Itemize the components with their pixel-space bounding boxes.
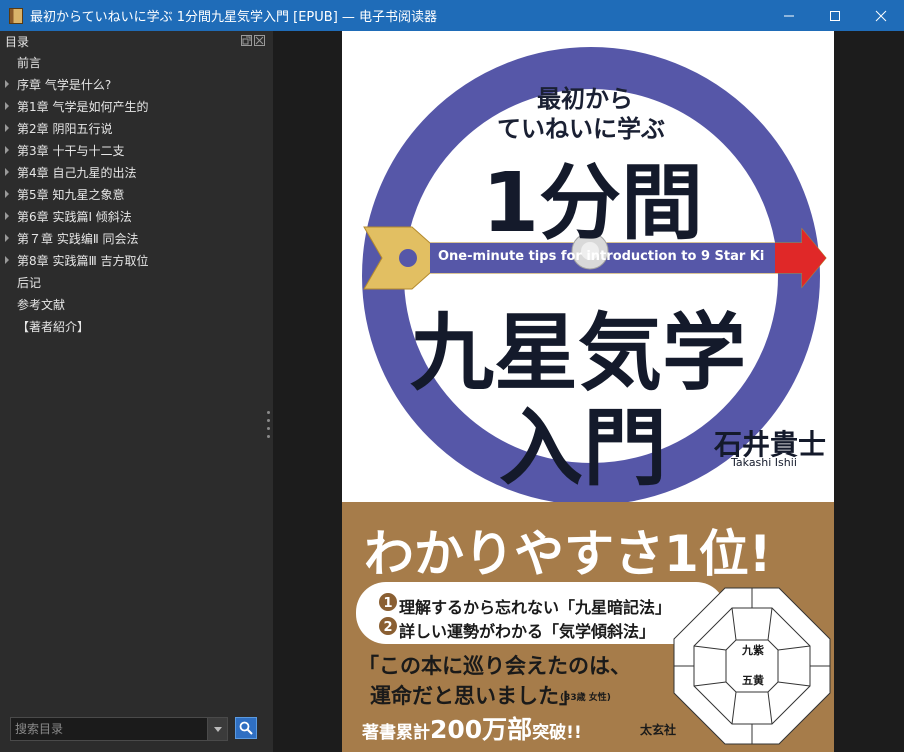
toc-item-label: 后记 xyxy=(17,275,42,290)
toc-item[interactable]: 第７章 实践编Ⅱ 同会法 xyxy=(0,227,273,249)
cover-headline: わかりやすさ1位! xyxy=(364,525,772,583)
toc-item[interactable]: 第6章 实践篇Ⅰ 倾斜法 xyxy=(0,205,273,227)
search-history-dropdown[interactable] xyxy=(208,717,228,741)
toc-item[interactable]: 第5章 知九星之象意 xyxy=(0,183,273,205)
minimize-icon xyxy=(784,15,794,16)
search-icon xyxy=(239,721,253,735)
toc-item-label: 第2章 阴阳五行说 xyxy=(17,121,113,136)
toc-item-label: 第７章 实践编Ⅱ 同会法 xyxy=(17,231,139,246)
close-button[interactable] xyxy=(858,0,904,31)
toc-item-label: 第5章 知九星之象意 xyxy=(17,187,125,202)
cover-title-main: 1分間 xyxy=(482,156,704,251)
cover-quote-1: 「この本に巡り会えたのは、 xyxy=(358,653,631,678)
toc-list: 前言 序章 气学是什么? 第1章 气学是如何产生的 第2章 阴阳五行说 第3章 … xyxy=(0,51,273,337)
cover-sales-suffix: 突破!! xyxy=(532,723,582,743)
diagram-center-1: 九紫 xyxy=(742,644,764,657)
maximize-button[interactable] xyxy=(812,0,858,31)
toc-search-input[interactable] xyxy=(10,717,208,741)
expand-arrow-icon[interactable] xyxy=(5,102,9,110)
toc-item-label: 前言 xyxy=(17,55,42,70)
app-book-icon xyxy=(9,7,23,24)
toc-item[interactable]: 第8章 实践篇Ⅲ 吉方取位 xyxy=(0,249,273,271)
float-icon xyxy=(242,36,251,45)
toc-item-label: 第8章 实践篇Ⅲ 吉方取位 xyxy=(17,253,149,268)
expand-arrow-icon[interactable] xyxy=(5,124,9,132)
toc-search-button[interactable] xyxy=(235,717,257,739)
toc-item[interactable]: 第1章 气学是如何产生的 xyxy=(0,95,273,117)
panel-splitter-handle[interactable] xyxy=(267,411,271,445)
toc-item-label: 【著者紹介】 xyxy=(17,319,90,334)
window-title: 最初からていねいに学ぶ 1分間九星気学入門 [EPUB] — 电子书阅读器 xyxy=(30,10,438,25)
window-controls xyxy=(766,0,904,31)
float-panel-button[interactable] xyxy=(241,35,252,46)
expand-arrow-icon[interactable] xyxy=(5,80,9,88)
expand-arrow-icon[interactable] xyxy=(5,168,9,176)
cover-sales-line: 著書累計200万部突破!! xyxy=(362,710,582,746)
toc-item[interactable]: 参考文献 xyxy=(0,293,273,315)
cover-lower-panel: わかりやすさ1位! 1 2 理解するから忘れない「九星暗記法」 詳しい運勢がわか… xyxy=(342,502,834,752)
toc-item-label: 第1章 气学是如何产生的 xyxy=(17,99,149,114)
close-panel-button[interactable] xyxy=(254,35,265,46)
minimize-button[interactable] xyxy=(766,0,812,31)
expand-arrow-icon[interactable] xyxy=(5,256,9,264)
toc-sidebar: 目录 前言 序章 气学是什么? 第1章 气学是如何产生的 第2章 阴阳五行说 第… xyxy=(0,31,273,752)
cover-arrow-text: One-minute tips for introduction to 9 St… xyxy=(438,249,765,264)
close-icon xyxy=(875,10,887,21)
cover-quote-2: 運命だと思いました」 xyxy=(370,683,580,708)
expand-arrow-icon[interactable] xyxy=(5,146,9,154)
toc-item[interactable]: 前言 xyxy=(0,51,273,73)
toc-item-label: 第6章 实践篇Ⅰ 倾斜法 xyxy=(17,209,132,224)
expand-arrow-icon[interactable] xyxy=(5,234,9,242)
reader-view[interactable]: 最初から ていねいに学ぶ 1分間 One-minute tips for int… xyxy=(273,31,904,752)
svg-text:1: 1 xyxy=(383,596,392,611)
cover-author-en: Takashi Ishii xyxy=(731,456,797,469)
svg-text:2: 2 xyxy=(383,620,392,635)
diagram-center-2: 五黄 xyxy=(742,674,764,687)
chevron-down-icon xyxy=(213,726,222,732)
toc-header-label: 目录 xyxy=(5,34,30,49)
expand-arrow-icon[interactable] xyxy=(5,190,9,198)
toc-item[interactable]: 第4章 自己九星的出法 xyxy=(0,161,273,183)
cover-sales-prefix: 著書累計 xyxy=(362,723,430,743)
toc-item[interactable]: 第2章 阴阳五行说 xyxy=(0,117,273,139)
toc-item[interactable]: 后记 xyxy=(0,271,273,293)
toc-item-label: 序章 气学是什么? xyxy=(17,77,112,92)
cover-quote-credit: (33歳 女性) xyxy=(560,693,611,703)
toc-item[interactable]: 序章 气学是什么? xyxy=(0,73,273,95)
toc-item[interactable]: 【著者紹介】 xyxy=(0,315,273,337)
expand-arrow-icon[interactable] xyxy=(5,212,9,220)
cover-point-1: 理解するから忘れない「九星暗記法」 xyxy=(399,598,672,617)
toc-item[interactable]: 第3章 十干与十二支 xyxy=(0,139,273,161)
cover-title-line3: 入門 xyxy=(499,399,668,497)
cover-sales-number: 200万部 xyxy=(430,715,533,744)
toc-header: 目录 xyxy=(0,31,273,51)
toc-item-label: 参考文献 xyxy=(17,297,66,312)
close-panel-icon xyxy=(255,36,264,45)
cover-point-2: 詳しい運勢がわかる「気学傾斜法」 xyxy=(399,622,656,641)
book-cover-page: 最初から ていねいに学ぶ 1分間 One-minute tips for int… xyxy=(342,31,834,752)
maximize-icon xyxy=(830,10,840,21)
toc-item-label: 第3章 十干与十二支 xyxy=(17,143,125,158)
title-bar: 最初からていねいに学ぶ 1分間九星気学入門 [EPUB] — 电子书阅读器 xyxy=(0,0,904,31)
toc-search-bar xyxy=(10,717,228,741)
nine-star-diagram xyxy=(673,587,831,745)
toc-item-label: 第4章 自己九星的出法 xyxy=(17,165,137,180)
